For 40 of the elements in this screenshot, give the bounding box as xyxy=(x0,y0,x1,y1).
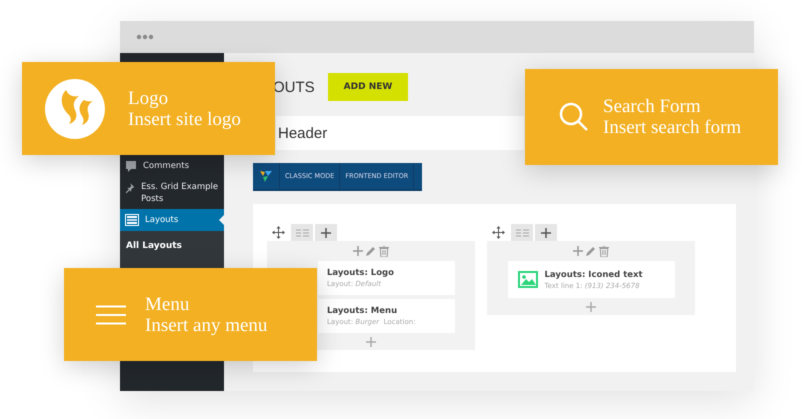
image-icon xyxy=(518,271,538,288)
pencil-icon[interactable] xyxy=(586,246,596,256)
plus-icon[interactable] xyxy=(353,246,363,256)
trash-icon[interactable] xyxy=(379,246,389,256)
search-icon xyxy=(559,102,589,132)
callout-title: Search Form xyxy=(603,96,702,117)
callout-subtitle: Insert site logo xyxy=(128,108,241,130)
list-icon[interactable] xyxy=(516,228,528,236)
sidebar-item[interactable]: Ess. Grid Example Posts xyxy=(120,177,224,209)
trash-icon[interactable] xyxy=(599,246,609,256)
pin-icon[interactable] xyxy=(125,181,136,194)
element-title: Layouts: Iconed text xyxy=(544,268,643,280)
menu-icon xyxy=(96,304,126,324)
callout-subtitle: Insert any menu xyxy=(145,314,268,336)
list-icon[interactable] xyxy=(296,228,308,236)
move-icon[interactable] xyxy=(272,226,284,239)
callout-title: Menu xyxy=(145,294,190,314)
plus-icon[interactable] xyxy=(573,246,583,256)
dots-icon xyxy=(136,34,154,40)
add-handle[interactable] xyxy=(535,224,557,241)
callout-subtitle: Insert search form xyxy=(603,117,742,138)
logo-icon xyxy=(44,78,106,140)
element-title: Layouts: Logo xyxy=(327,267,394,279)
sidebar-item[interactable]: Layouts xyxy=(120,209,224,231)
callout-title: Logo xyxy=(128,88,170,108)
layout-handle[interactable] xyxy=(511,224,533,241)
layout-handle[interactable] xyxy=(291,224,313,241)
pencil-icon[interactable] xyxy=(366,246,376,256)
add-new-button[interactable]: ADD NEW xyxy=(328,73,408,101)
page-title: OUTS xyxy=(273,78,316,96)
element-title: Layouts: Menu xyxy=(327,305,398,317)
add-handle[interactable] xyxy=(315,224,337,241)
plus-icon[interactable] xyxy=(321,228,331,238)
builder-logo-icon xyxy=(259,169,273,183)
layouts-icon[interactable] xyxy=(125,214,139,226)
plus-icon[interactable] xyxy=(541,228,551,238)
move-icon[interactable] xyxy=(492,226,504,239)
comment-icon[interactable] xyxy=(125,160,137,173)
sidebar-item[interactable]: Comments xyxy=(120,156,224,177)
title-field[interactable]: Header xyxy=(276,116,524,150)
